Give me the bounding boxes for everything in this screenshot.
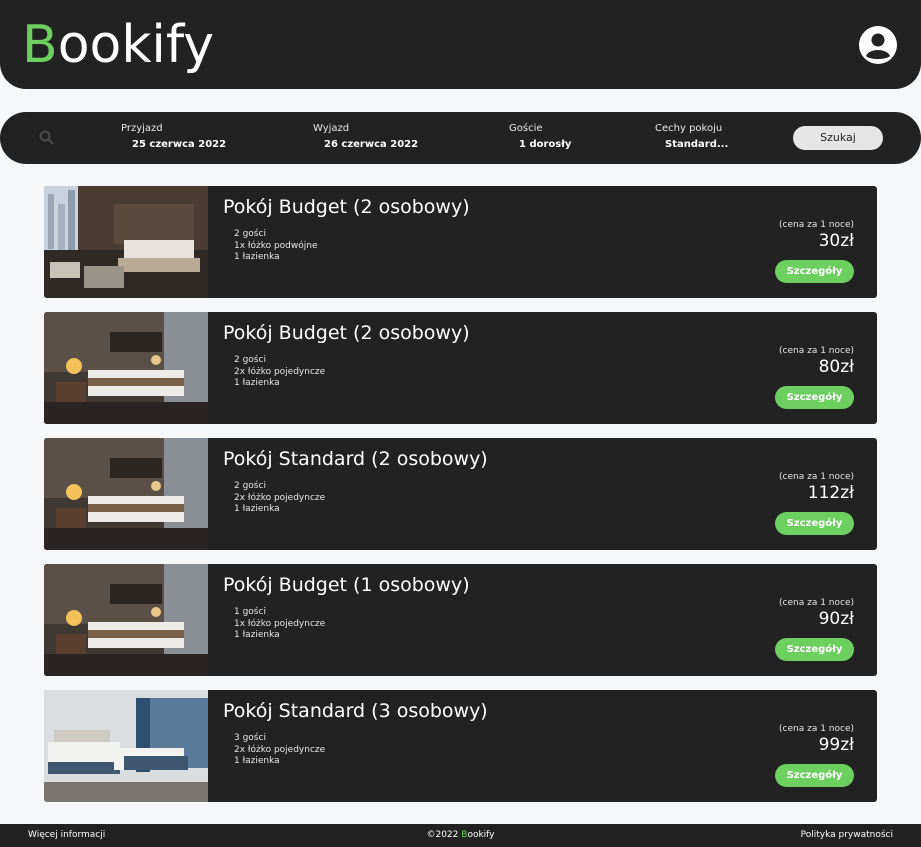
room-title: Pokój Budget (2 osobowy) xyxy=(223,322,470,344)
room-beds: 2x łóżko pojedyncze xyxy=(234,744,326,755)
search-button[interactable]: Szukaj xyxy=(793,126,883,150)
room-bathrooms: 1 łazienka xyxy=(234,378,280,388)
details-button[interactable]: Szczegóły xyxy=(775,260,854,283)
more-info-link[interactable]: Więcej informacji xyxy=(28,830,105,840)
departure-value: 26 czerwca 2022 xyxy=(324,139,419,150)
privacy-policy-link[interactable]: Polityka prywatności xyxy=(801,830,893,840)
price-note: (cena za 1 noce) xyxy=(779,598,854,608)
arrival-date-field[interactable]: Przyjazd 25 czerwca 2022 xyxy=(121,122,226,152)
room-beds: 2x łóżko pojedyncze xyxy=(234,492,326,503)
copyright-prefix: ©2022 xyxy=(426,830,462,840)
room-price: 112zł xyxy=(807,483,854,503)
room-guests: 3 gości xyxy=(234,733,266,743)
room-features-field[interactable]: Cechy pokoju Standard... xyxy=(655,122,728,152)
room-photo xyxy=(44,564,208,676)
price-note: (cena za 1 noce) xyxy=(779,472,854,482)
room-price: 90zł xyxy=(818,609,854,629)
price-note: (cena za 1 noce) xyxy=(779,346,854,356)
departure-label: Wyjazd xyxy=(313,123,350,134)
logo[interactable]: Bookify xyxy=(22,14,214,76)
room-card: Pokój Budget (2 osobowy) 2 gości 2x łóżk… xyxy=(44,312,877,424)
arrival-value: 25 czerwca 2022 xyxy=(132,139,227,150)
room-price: 30zł xyxy=(818,231,854,251)
room-guests: 1 gości xyxy=(234,607,266,617)
site-footer: ©2022 Bookify Więcej informacji Polityka… xyxy=(0,824,921,847)
room-bathrooms: 1 łazienka xyxy=(234,630,280,640)
room-bathrooms: 1 łazienka xyxy=(234,504,280,514)
room-price: 80zł xyxy=(818,357,854,377)
room-card: Pokój Standard (3 osobowy) 3 gości 2x łó… xyxy=(44,690,877,802)
room-features-value: Standard... xyxy=(665,139,729,150)
room-price: 99zł xyxy=(818,735,854,755)
room-guests: 2 gości xyxy=(234,481,266,491)
room-title: Pokój Budget (2 osobowy) xyxy=(223,196,470,218)
room-beds: 1x łóżko podwójne xyxy=(234,240,318,251)
room-photo xyxy=(44,690,208,802)
room-details: 2 gości 2x łóżko pojedyncze 1 łazienka xyxy=(234,355,325,390)
room-guests: 2 gości xyxy=(234,355,266,365)
room-beds: 2x łóżko pojedyncze xyxy=(234,366,326,377)
search-icon[interactable] xyxy=(38,129,56,147)
arrival-label: Przyjazd xyxy=(121,123,163,134)
room-details: 1 gości 1x łóżko pojedyncze 1 łazienka xyxy=(234,607,325,642)
guests-value: 1 dorosły xyxy=(519,139,572,150)
logo-text: ookify xyxy=(57,15,215,75)
site-header: Bookify xyxy=(0,0,921,89)
logo-letter-b: B xyxy=(22,15,58,75)
price-note: (cena za 1 noce) xyxy=(779,724,854,734)
room-card: Pokój Budget (2 osobowy) 2 gości 1x łóżk… xyxy=(44,186,877,298)
brand-text: ookify xyxy=(467,830,495,840)
details-button[interactable]: Szczegóły xyxy=(775,512,854,535)
room-details: 2 gości 2x łóżko pojedyncze 1 łazienka xyxy=(234,481,325,516)
room-details: 3 gości 2x łóżko pojedyncze 1 łazienka xyxy=(234,733,325,768)
account-circle-icon[interactable] xyxy=(858,25,898,65)
details-button[interactable]: Szczegóły xyxy=(775,638,854,661)
copyright: ©2022 Bookify xyxy=(0,830,921,840)
room-title: Pokój Budget (1 osobowy) xyxy=(223,574,470,596)
room-features-label: Cechy pokoju xyxy=(655,123,723,134)
room-card: Pokój Budget (1 osobowy) 1 gości 1x łóżk… xyxy=(44,564,877,676)
room-card: Pokój Standard (2 osobowy) 2 gości 2x łó… xyxy=(44,438,877,550)
details-button[interactable]: Szczegóły xyxy=(775,764,854,787)
guests-field[interactable]: Goście 1 dorosły xyxy=(509,122,571,152)
room-guests: 2 gości xyxy=(234,229,266,239)
room-beds: 1x łóżko pojedyncze xyxy=(234,618,326,629)
room-photo xyxy=(44,438,208,550)
guests-label: Goście xyxy=(509,123,543,134)
room-title: Pokój Standard (2 osobowy) xyxy=(223,448,488,470)
room-details: 2 gości 1x łóżko podwójne 1 łazienka xyxy=(234,229,318,264)
details-button[interactable]: Szczegóły xyxy=(775,386,854,409)
room-photo xyxy=(44,312,208,424)
room-photo xyxy=(44,186,208,298)
price-note: (cena za 1 noce) xyxy=(779,220,854,230)
room-bathrooms: 1 łazienka xyxy=(234,756,280,766)
departure-date-field[interactable]: Wyjazd 26 czerwca 2022 xyxy=(313,122,418,152)
search-bar: Przyjazd 25 czerwca 2022 Wyjazd 26 czerw… xyxy=(0,112,921,164)
room-title: Pokój Standard (3 osobowy) xyxy=(223,700,488,722)
room-bathrooms: 1 łazienka xyxy=(234,252,280,262)
